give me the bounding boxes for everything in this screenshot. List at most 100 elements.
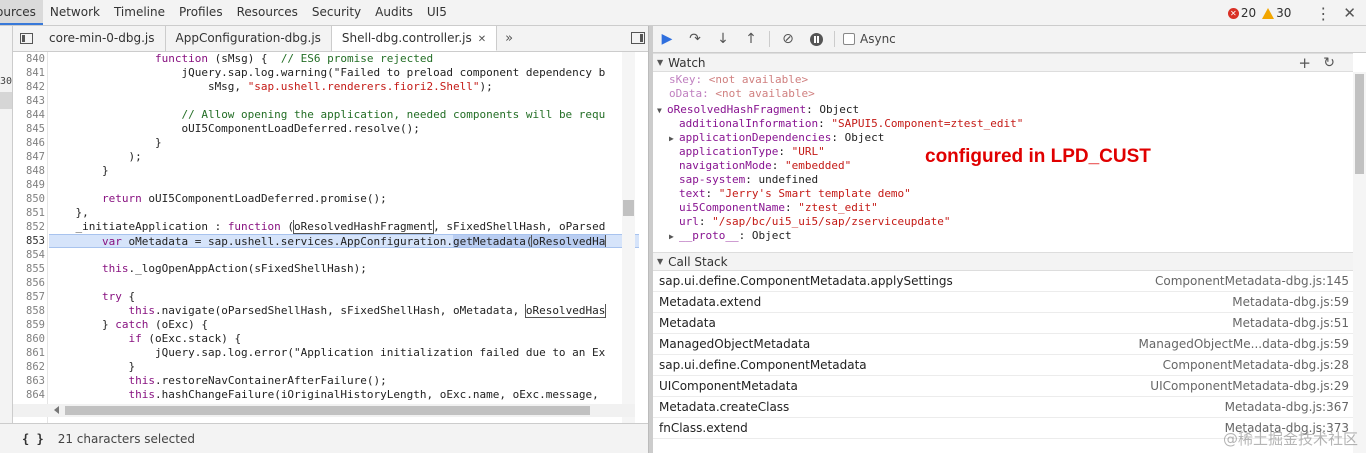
watch-property[interactable]: ▶ __proto__: Object <box>669 229 792 243</box>
file-tab-core-min[interactable]: core-min-0-dbg.js <box>39 26 166 51</box>
scroll-left-icon[interactable] <box>54 406 59 414</box>
pause-on-exceptions-button[interactable] <box>802 32 830 46</box>
code-line[interactable]: 857 try { <box>13 290 648 304</box>
code-line[interactable]: 856 <box>13 276 648 290</box>
watch-property[interactable]: sap-system: undefined <box>679 173 818 187</box>
code-line[interactable]: 853 var oMetadata = sap.ushell.services.… <box>13 234 648 248</box>
more-tabs-icon[interactable]: » <box>497 26 521 51</box>
call-frame-location[interactable]: Metadata-dbg.js:367 <box>1225 397 1349 418</box>
line-number[interactable]: 854 <box>13 248 45 262</box>
sidebar-vertical-scrollbar[interactable] <box>1353 72 1366 453</box>
pretty-print-button[interactable]: { } <box>22 432 44 446</box>
code-line[interactable]: 843 <box>13 94 648 108</box>
line-number[interactable]: 861 <box>13 346 45 360</box>
editor-vertical-scrollbar[interactable] <box>622 52 635 432</box>
error-counter[interactable]: ✕ 20 <box>1227 6 1256 20</box>
call-frame-location[interactable]: ManagedObjectMe...data-dbg.js:59 <box>1139 334 1349 355</box>
line-number[interactable]: 847 <box>13 150 45 164</box>
line-number[interactable]: 848 <box>13 164 45 178</box>
code-line[interactable]: 844 // Allow opening the application, ne… <box>13 108 648 122</box>
watch-item-odata[interactable]: oData: <not available> <box>669 87 815 101</box>
watch-property[interactable]: ui5ComponentName: "ztest_edit" <box>679 201 878 215</box>
watch-property[interactable]: navigationMode: "embedded" <box>679 159 851 173</box>
line-number[interactable]: 846 <box>13 136 45 150</box>
collapsed-triangle-icon[interactable]: ▶ <box>669 230 679 244</box>
close-icon[interactable]: ✕ <box>1343 4 1356 22</box>
tab-audits[interactable]: Audits <box>368 0 420 25</box>
tab-timeline[interactable]: Timeline <box>107 0 172 25</box>
line-number[interactable]: 860 <box>13 332 45 346</box>
expanded-triangle-icon[interactable]: ▼ <box>657 104 667 118</box>
call-frame[interactable]: ManagedObjectMetadata ManagedObjectMe...d… <box>653 334 1353 355</box>
watch-property[interactable]: additionalInformation: "SAPUI5.Component… <box>679 117 1023 131</box>
scrollbar-thumb[interactable] <box>1355 74 1364 174</box>
watch-property[interactable]: applicationType: "URL" <box>679 145 825 159</box>
line-number[interactable]: 841 <box>13 66 45 80</box>
more-menu-icon[interactable]: ⋮ <box>1315 4 1331 23</box>
async-toggle[interactable]: Async <box>843 32 896 46</box>
call-frame-location[interactable]: Metadata-dbg.js:59 <box>1232 292 1349 313</box>
code-line[interactable]: 848 } <box>13 164 648 178</box>
call-frame-location[interactable]: ComponentMetadata-dbg.js:145 <box>1155 271 1349 292</box>
call-frame[interactable]: sap.ui.define.ComponentMetadata Component… <box>653 355 1353 376</box>
call-frame-location[interactable]: ComponentMetadata-dbg.js:28 <box>1163 355 1349 376</box>
tab-profiles[interactable]: Profiles <box>172 0 230 25</box>
call-frame[interactable]: Metadata Metadata-dbg.js:51 <box>653 313 1353 334</box>
code-line[interactable]: 842 sMsg, "sap.ushell.renderers.fiori2.S… <box>13 80 648 94</box>
code-line[interactable]: 840 function (sMsg) { // ES6 promise rej… <box>13 52 648 66</box>
watch-section-header[interactable]: ▼ Watch + ↻ <box>653 53 1353 72</box>
call-frame[interactable]: Metadata.createClass Metadata-dbg.js:367 <box>653 397 1353 418</box>
code-line[interactable]: 864 this.hashChangeFailure(iOriginalHist… <box>13 388 648 402</box>
line-number[interactable]: 857 <box>13 290 45 304</box>
code-line[interactable]: 845 oUI5ComponentLoadDeferred.resolve(); <box>13 122 648 136</box>
tab-network[interactable]: Network <box>43 0 107 25</box>
call-frame-location[interactable]: UIComponentMetadata-dbg.js:29 <box>1150 376 1349 397</box>
line-number[interactable]: 855 <box>13 262 45 276</box>
tab-security[interactable]: Security <box>305 0 368 25</box>
code-line[interactable]: 847 ); <box>13 150 648 164</box>
line-number[interactable]: 845 <box>13 122 45 136</box>
tab-ui5[interactable]: UI5 <box>420 0 454 25</box>
line-number[interactable]: 864 <box>13 388 45 402</box>
resume-button[interactable]: ▶ <box>653 31 681 47</box>
code-line[interactable]: 852 _initiateApplication : function (oRe… <box>13 220 648 234</box>
watch-item-skey[interactable]: sKey: <not available> <box>669 73 808 87</box>
toggle-navigator-button[interactable] <box>13 26 39 51</box>
call-frame[interactable]: sap.ui.define.ComponentMetadata.applySet… <box>653 271 1353 292</box>
code-line[interactable]: 851 }, <box>13 206 648 220</box>
add-watch-icon[interactable]: + <box>1298 54 1311 72</box>
line-number[interactable]: 856 <box>13 276 45 290</box>
code-editor[interactable]: 840 function (sMsg) { // ES6 promise rej… <box>13 52 648 432</box>
watch-item-resolved-hash-fragment[interactable]: ▼ oResolvedHashFragment: Object <box>657 103 859 117</box>
call-frame[interactable]: Metadata.extend Metadata-dbg.js:59 <box>653 292 1353 313</box>
step-into-button[interactable]: ↓ <box>709 31 737 47</box>
code-line[interactable]: 860 if (oExc.stack) { <box>13 332 648 346</box>
line-number[interactable]: 863 <box>13 374 45 388</box>
line-number[interactable]: 844 <box>13 108 45 122</box>
line-number[interactable]: 858 <box>13 304 45 318</box>
tab-resources[interactable]: Resources <box>230 0 305 25</box>
call-frame[interactable]: UIComponentMetadata UIComponentMetadata-d… <box>653 376 1353 397</box>
line-number[interactable]: 850 <box>13 192 45 206</box>
file-tab-appconfiguration[interactable]: AppConfiguration-dbg.js <box>166 26 332 51</box>
watch-property[interactable]: url: "/sap/bc/ui5_ui5/sap/zserviceupdate… <box>679 215 951 229</box>
line-number[interactable]: 853 <box>13 234 45 248</box>
line-number[interactable]: 843 <box>13 94 45 108</box>
line-number[interactable]: 852 <box>13 220 45 234</box>
tab-sources[interactable]: ources <box>0 0 43 25</box>
deactivate-breakpoints-button[interactable]: ⊘ <box>774 31 802 47</box>
collapsed-triangle-icon[interactable]: ▶ <box>669 132 679 146</box>
refresh-icon[interactable]: ↻ <box>1323 55 1335 71</box>
code-line[interactable]: 855 this._logOpenAppAction(sFixedShellHa… <box>13 262 648 276</box>
code-line[interactable]: 862 } <box>13 360 648 374</box>
toggle-debugger-icon[interactable] <box>631 32 645 44</box>
code-line[interactable]: 858 this.navigate(oParsedShellHash, sFix… <box>13 304 648 318</box>
code-line[interactable]: 859 } catch (oExc) { <box>13 318 648 332</box>
line-number[interactable]: 849 <box>13 178 45 192</box>
code-line[interactable]: 846 } <box>13 136 648 150</box>
close-tab-icon[interactable]: ✕ <box>478 34 486 45</box>
code-line[interactable]: 863 this.restoreNavContainerAfterFailure… <box>13 374 648 388</box>
code-line[interactable]: 841 jQuery.sap.log.warning("Failed to pr… <box>13 66 648 80</box>
watch-property[interactable]: ▶ applicationDependencies: Object <box>669 131 884 145</box>
editor-horizontal-scrollbar[interactable] <box>13 404 635 417</box>
